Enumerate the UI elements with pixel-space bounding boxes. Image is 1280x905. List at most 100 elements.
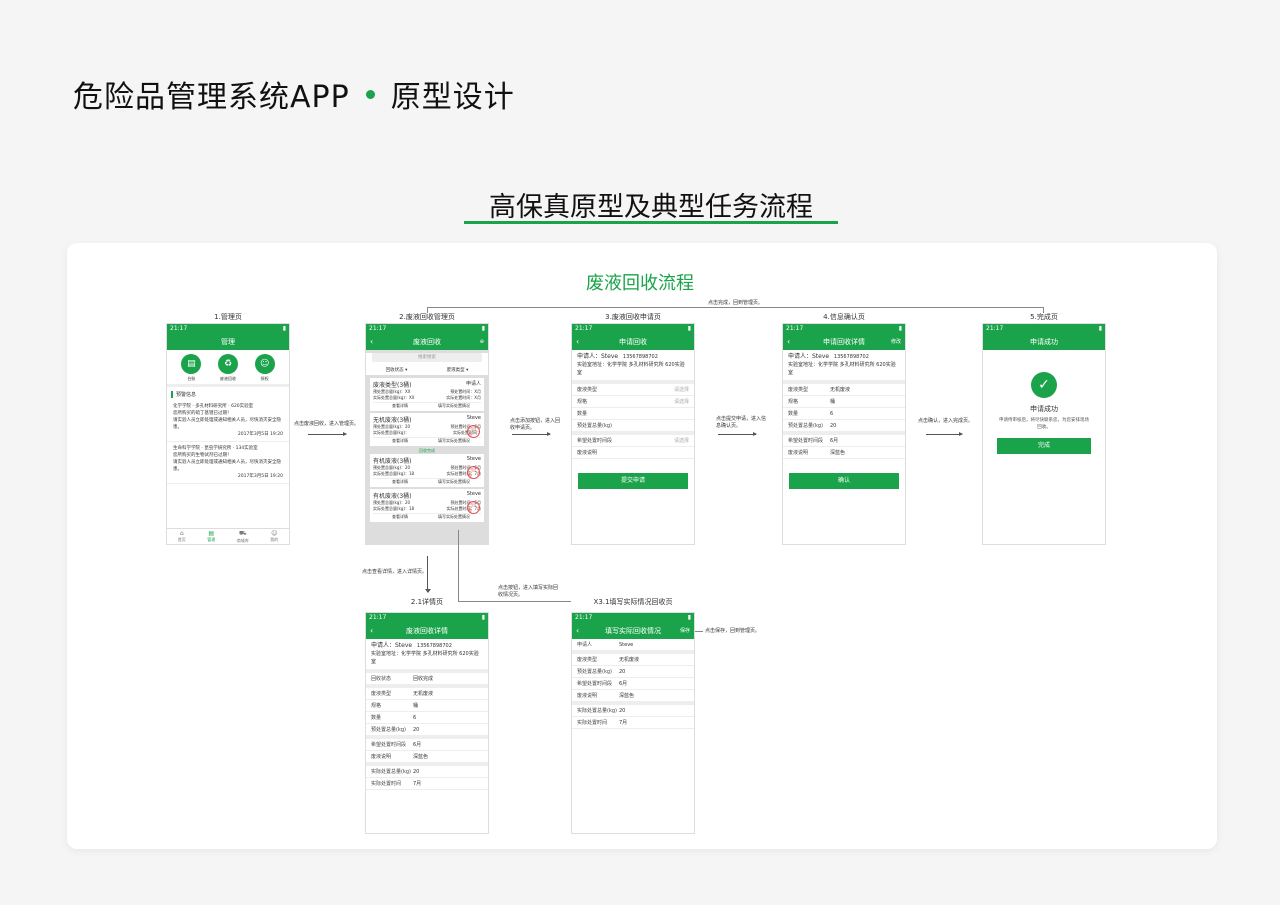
field-desc[interactable]: 废液说明 — [572, 447, 694, 459]
search-area: 搜索搜索 回收状态 ▾ 废液类型 ▾ — [366, 353, 488, 376]
fill-actual-button[interactable]: 填写实际处置情况 — [427, 479, 481, 485]
applicant-info: 申请人：Steve 13567898702 实验室地址：化学学院 多孔材料研究所… — [366, 639, 488, 670]
nav-bar: 管理 — [167, 333, 289, 350]
back-icon[interactable]: ‹ — [370, 626, 373, 635]
annotation-3: 点击提交申请，进入信息确认页。 — [716, 416, 767, 429]
list-item[interactable]: 废液类型(3桶) 申请人 预处置总量(kg)：XX 预处置时间：X月 实际处置总量(… — [370, 378, 484, 411]
field-value: 20 — [619, 707, 626, 714]
fill-actual-button[interactable]: 填写实际处置情况 — [427, 438, 481, 444]
tab-manage[interactable]: ▤ 管理 — [207, 530, 215, 543]
field-type: 废液类型 无机废液 — [572, 654, 694, 666]
field-actual-weight[interactable]: 实际处置总量(kg) 20 — [572, 705, 694, 717]
recycle-button[interactable]: ♻ 废液回收 — [217, 354, 238, 382]
filter-type[interactable]: 废液类型 ▾ — [447, 367, 469, 373]
tab-bar: ⌂ 首页 ▤ 管理 ⛟ 商城库 ☺ 我的 — [167, 528, 289, 544]
ledger-label: 台账 — [187, 376, 196, 381]
list-item[interactable]: 生命科学学院 · 昆虫学研究所 · 134实验室 您所购买的生物试剂已过期！ 请… — [167, 442, 289, 484]
submit-button[interactable]: 提交申请 — [578, 473, 688, 489]
list-item[interactable]: 无机废液(3桶) Steve 预处置总量(kg)：20 预处置时间：6月 实际处置总… — [370, 413, 484, 446]
field-label: 数量 — [788, 411, 799, 417]
auth-icon: ☺ — [254, 354, 275, 374]
field-label: 废液说明 — [577, 693, 598, 699]
field-weight[interactable]: 预处置总量(kg) — [572, 420, 694, 432]
field-label: 实际处置总量(kg) — [577, 708, 617, 714]
manage-icon: ▤ — [208, 530, 215, 537]
filter-status[interactable]: 回收状态 ▾ — [386, 367, 408, 373]
search-input[interactable]: 搜索搜索 — [372, 353, 482, 362]
success-desc: 申请侍审核后，将尽快联系您，为您安排现场回收。 — [999, 418, 1089, 430]
field-actual-time[interactable]: 实际处置时间 7月 — [572, 717, 694, 729]
battery-icon: ▮ — [898, 325, 902, 332]
connector-vertical — [458, 530, 459, 601]
item-qty: (3桶) — [397, 493, 412, 500]
field-value: 6月 — [830, 438, 839, 444]
list-item[interactable]: 化学学院 · 多孔材料研究所 · 620实验室 您所购买的硫丁基锂已过期！ 请实… — [167, 400, 289, 442]
tab-me[interactable]: ☺ 我的 — [270, 530, 278, 543]
ledger-button[interactable]: ▤ 台账 — [181, 354, 202, 382]
nav-bar: ‹ 申请回收详情 修改 — [783, 333, 905, 350]
back-icon[interactable]: ‹ — [576, 626, 579, 635]
annotation-8: 点击保存，回到管理页。 — [705, 628, 761, 634]
view-detail-button[interactable]: 查看详情 — [373, 403, 427, 409]
back-icon[interactable]: ‹ — [370, 337, 373, 346]
field-label: 实际处置总量(kg) — [371, 769, 411, 775]
confirm-button[interactable]: 确认 — [789, 473, 899, 489]
battery-icon: ▮ — [687, 325, 691, 332]
field-spec[interactable]: 规格 请选择 — [572, 396, 694, 408]
field-value: 回收完成 — [413, 676, 434, 682]
field-qty[interactable]: 数量 — [572, 408, 694, 420]
back-icon[interactable]: ‹ — [787, 337, 790, 346]
annotation-4: 点击确认，进入完成页。 — [918, 418, 974, 424]
msg-line: 化学学院 · 多孔材料研究所 · 620实验室 — [173, 404, 254, 409]
field-label: 规格 — [371, 703, 382, 709]
item-name: 无机废液 — [373, 417, 398, 424]
field-label: 希望处置时间段 — [577, 438, 613, 444]
section-underline — [464, 221, 838, 224]
field-type[interactable]: 废液类型 请选择 — [572, 384, 694, 396]
field-value: 无机废液 — [830, 387, 851, 393]
item-person: Steve — [466, 456, 481, 462]
field-value: 20 — [413, 726, 420, 733]
screen-manage: 21:17 ▮ 管理 ▤ 台账 ♻ 废液回收 ☺ 授权 预警信息 化学学院 · 多孔材料… — [166, 323, 290, 545]
battery-icon: ▮ — [481, 614, 485, 621]
field-weight: 预处置总量(kg) 20 — [783, 420, 905, 432]
field-time[interactable]: 希望处置时间段 请选择 — [572, 435, 694, 447]
cart-icon: ⛟ — [238, 529, 247, 537]
field-value: 7月 — [619, 720, 628, 726]
view-detail-button[interactable]: 查看详情 — [373, 514, 427, 520]
screen-detail: 21:17 ▮ ‹ 废液回收详情 申请人：Steve 13567898702 实验室… — [365, 612, 489, 834]
edit-button[interactable]: 修改 — [891, 338, 901, 345]
list-item[interactable]: 有机废液(3桶) Steve 预处置总量(kg)：20 预处置时间：6月 实际处置总… — [370, 489, 484, 522]
back-icon[interactable]: ‹ — [576, 337, 579, 346]
field-value: 20 — [619, 668, 626, 675]
fill-actual-button[interactable]: 填写实际处置情况 — [427, 403, 481, 409]
item-person: Steve — [466, 491, 481, 497]
status-bar: 21:17 ▮ — [366, 613, 488, 622]
view-detail-button[interactable]: 查看详情 — [373, 438, 427, 444]
msg-date: 2017年3月5日 19:20 — [237, 474, 283, 479]
arrow-3 — [718, 432, 757, 436]
auth-button[interactable]: ☺ 授权 — [254, 354, 275, 382]
arrow-4 — [926, 432, 963, 436]
done-button[interactable]: 完成 — [997, 438, 1091, 454]
check-icon: ✓ — [1031, 372, 1057, 398]
field-qty: 数量 6 — [783, 408, 905, 420]
msg-line: 您所购买的硫丁基锂已过期！ — [173, 411, 232, 416]
tab-home[interactable]: ⌂ 首页 — [178, 530, 186, 543]
item-qty: (3桶) — [397, 458, 412, 465]
ledger-icon: ▤ — [181, 354, 202, 374]
nav-title: 申请成功 — [1030, 337, 1058, 346]
screen-fill-actual: 21:17 ▮ ‹ 填写实际回收情况 保存 申请人 Steve 废液类型 无机废液 预处置… — [571, 612, 695, 834]
fill-actual-button[interactable]: 填写实际处置情况 — [427, 514, 481, 520]
tab-store[interactable]: ⛟ 商城库 — [237, 530, 249, 544]
field-label: 废液说明 — [577, 450, 598, 456]
screen-confirm: 21:17 ▮ ‹ 申请回收详情 修改 申请人：Steve 13567898702 实… — [782, 323, 906, 545]
field-value: 深蓝色 — [830, 450, 846, 456]
applicant-phone: 13567898702 — [622, 354, 658, 360]
save-button[interactable]: 保存 — [680, 627, 690, 634]
status-time: 21:17 — [786, 325, 804, 332]
field-qty: 数量 6 — [366, 712, 488, 724]
add-icon[interactable]: ⊕ — [480, 339, 484, 345]
list-item[interactable]: 有机废液(3桶) Steve 预处置总量(kg)：20 预处置时间：6月 实际处置总… — [370, 454, 484, 487]
view-detail-button[interactable]: 查看详情 — [373, 479, 427, 485]
